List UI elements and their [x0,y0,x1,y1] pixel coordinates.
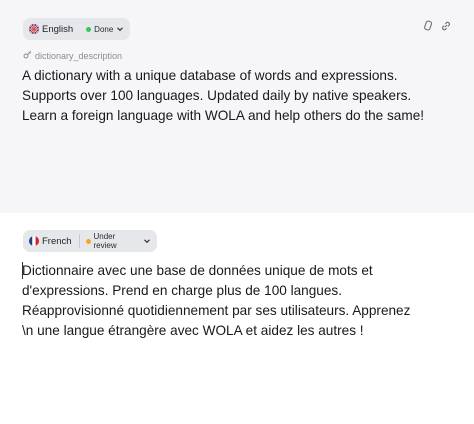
translation-text-line: \n une langue étrangère avec WOLA et aid… [22,323,364,338]
source-language-selector[interactable]: English Done [23,18,130,40]
translation-text-editor[interactable]: Dictionnaire avec une base de données un… [22,261,410,341]
source-text-line: Learn a foreign language with WOLA and h… [22,108,425,123]
key-label: dictionary_description [35,50,123,61]
source-language-button[interactable]: English [23,18,80,40]
translation-text-line: Réapprovisionné quotidiennement par ses … [22,303,411,318]
translation-text-line: Dictionnaire avec une base de données un… [22,263,373,278]
copy-button[interactable] [421,19,435,37]
chevron-down-icon [116,25,124,33]
translation-text-line: d'expressions. Prend en charge plus de 1… [22,283,342,298]
status-dot-icon [86,26,92,32]
key-icon [23,50,32,61]
text-cursor [22,262,23,279]
france-flag-icon [29,236,39,246]
source-status-label: Done [94,24,114,34]
source-language-label: English [42,23,74,35]
source-text: A dictionary with a unique database of w… [22,66,424,126]
copy-icon [422,19,434,37]
translation-key: dictionary_description [23,50,122,61]
target-status-label: Under review [93,232,117,250]
link-button[interactable] [439,21,453,35]
link-icon [440,19,452,37]
chevron-down-icon [143,237,151,245]
uk-flag-icon [29,24,39,34]
target-language-label: French [42,235,72,247]
target-status-dropdown[interactable]: Under review [80,230,157,252]
status-dot-icon [85,238,91,244]
target-language-button[interactable]: French [23,230,79,252]
source-text-line: Supports over 100 languages. Updated dai… [22,88,412,103]
source-text-line: A dictionary with a unique database of w… [22,68,398,83]
target-language-selector[interactable]: French Under review [23,230,157,252]
source-status-dropdown[interactable]: Done [80,18,130,40]
